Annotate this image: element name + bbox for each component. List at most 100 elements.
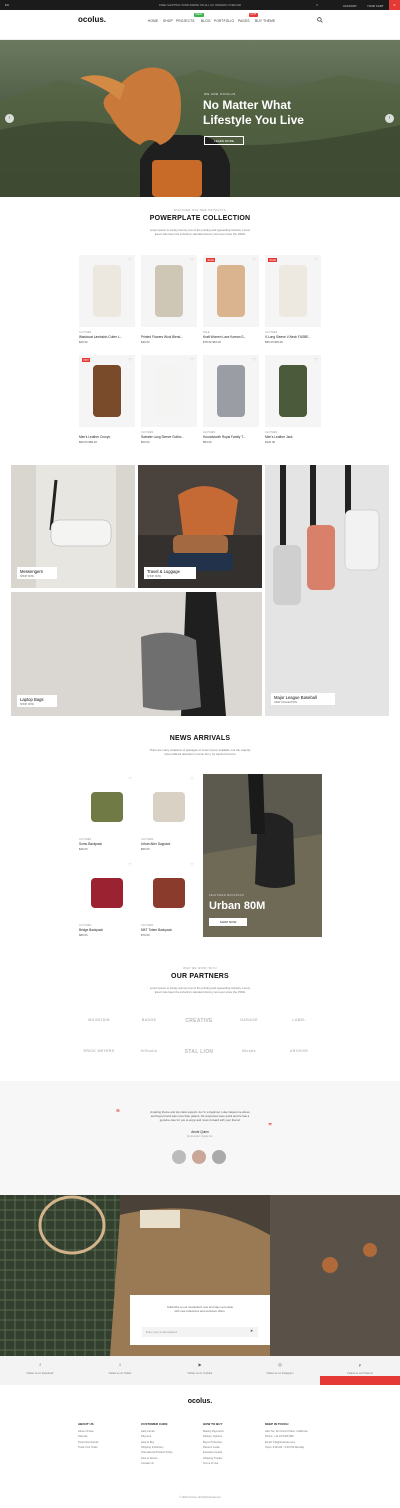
- footer-link[interactable]: Help Center: [141, 1430, 155, 1433]
- social-item[interactable]: f Follow us on Facebook: [0, 1356, 80, 1385]
- wishlist-heart-icon[interactable]: ♡: [252, 257, 256, 262]
- wishlist-heart-icon[interactable]: ♡: [128, 357, 132, 362]
- footer-link[interactable]: Shipping & Delivery: [141, 1446, 164, 1449]
- wishlist-heart-icon[interactable]: ♡: [190, 257, 194, 262]
- partner-logo[interactable]: feStudio: [127, 1049, 171, 1053]
- product-image[interactable]: ♡: [141, 255, 197, 327]
- nav-buy-theme[interactable]: BUY THEME: [255, 19, 275, 23]
- product-image[interactable]: ♡: [203, 355, 259, 427]
- footer-link[interactable]: Open: 8:00 AM - 6:00 PM Monday: [265, 1446, 304, 1449]
- nav-portfolio[interactable]: PORTFOLIO: [214, 19, 234, 23]
- footer-link[interactable]: Press Documents: [78, 1441, 98, 1444]
- footer-logo[interactable]: ocolus.: [0, 1398, 400, 1405]
- product-name[interactable]: Kratt Women Lace Korean S...: [203, 335, 259, 339]
- hero-learn-more-button[interactable]: LEARN MORE: [204, 136, 244, 145]
- category-travel-luggage[interactable]: Travel & Luggage SHOP NOW: [138, 465, 262, 588]
- product-name[interactable]: Sumo Backpack: [79, 842, 135, 846]
- product-image[interactable]: ♡: [79, 255, 135, 327]
- partner-logo[interactable]: LABEL: [277, 1018, 321, 1022]
- product-name[interactable]: Printed Flowers Wool Blend...: [141, 335, 197, 339]
- footer-link[interactable]: About Ocolus: [78, 1430, 94, 1433]
- avatar[interactable]: [212, 1150, 226, 1164]
- avatar[interactable]: [192, 1150, 206, 1164]
- product-name[interactable]: Urban Alter Daypack: [141, 842, 197, 846]
- search-icon[interactable]: [317, 17, 323, 23]
- product-name[interactable]: Houndstooth Royal Family T...: [203, 435, 259, 439]
- wishlist-heart-icon[interactable]: ♡: [128, 862, 132, 867]
- newsletter-email-input[interactable]: Enter your email address: [142, 1327, 258, 1337]
- product-image[interactable]: ♡ SALE: [203, 255, 259, 327]
- nav-projects[interactable]: PROJECTS NEW: [176, 12, 204, 23]
- account-link[interactable]: ACCOUNT: [343, 4, 357, 8]
- featured-shop-now-button[interactable]: SHOP NOW: [209, 918, 247, 926]
- footer-link[interactable]: Returns Guide: [203, 1446, 220, 1449]
- avatar[interactable]: [172, 1150, 186, 1164]
- footer-link[interactable]: Phone: +12 34 5345 999: [265, 1435, 294, 1438]
- category-messengers[interactable]: Messengers SHOP NOW: [11, 465, 135, 588]
- social-item[interactable]: ◎ Follow us on Instagram: [240, 1356, 320, 1385]
- nav-blog[interactable]: BLOG: [201, 19, 211, 23]
- partner-logo[interactable]: CREATIVE: [177, 1018, 221, 1024]
- product-image[interactable]: ♡: [79, 860, 135, 922]
- product-name[interactable]: V-Long Sleeve V-Neck FUSBE...: [265, 335, 321, 339]
- wishlist-heart-icon[interactable]: ♡: [128, 257, 132, 262]
- product-name[interactable]: MKT Totem Backpack: [141, 928, 197, 932]
- nav-home[interactable]: HOME: [148, 19, 158, 23]
- wishlist-heart-icon[interactable]: ♡: [190, 357, 194, 362]
- footer-link[interactable]: Add: No. 92 Church Place, California: [265, 1430, 307, 1433]
- product-name[interactable]: Waistcoat Lambskin Cutter L...: [79, 335, 135, 339]
- nav-shop[interactable]: SHOP: [163, 19, 173, 23]
- category-laptop-bags[interactable]: Laptop Bags SHOP NOW: [11, 592, 262, 716]
- partner-logo[interactable]: ERICK MEYERS: [77, 1049, 121, 1053]
- category-major-league-baseball[interactable]: Major League Baseball VIEW COLLECTION: [265, 465, 389, 716]
- footer-link[interactable]: Email: info@example.com: [265, 1441, 295, 1444]
- partner-logo[interactable]: GARAGE: [227, 1018, 271, 1022]
- footer-link[interactable]: How to Return: [141, 1457, 158, 1460]
- partner-logo[interactable]: BADGE: [127, 1018, 171, 1022]
- product-image[interactable]: ♡: [265, 355, 321, 427]
- wishlist-heart-icon[interactable]: ♡: [252, 357, 256, 362]
- partner-logo[interactable]: STAL LION: [177, 1049, 221, 1055]
- featured-backpack-banner[interactable]: FEATURED BACKPACK Urban 80M SHOP NOW: [203, 774, 322, 937]
- footer-link[interactable]: Contact Us: [141, 1462, 154, 1465]
- cart-count-badge[interactable]: 0: [389, 0, 400, 10]
- wishlist-heart-icon[interactable]: ♡: [128, 776, 132, 781]
- partner-logo[interactable]: ARCHIVE: [277, 1049, 321, 1053]
- logo[interactable]: ocolus.: [78, 15, 106, 24]
- product-name[interactable]: Men's Leather Jack: [265, 435, 321, 439]
- close-icon[interactable]: ×: [316, 2, 318, 7]
- product-image[interactable]: ♡ HOT: [79, 355, 135, 427]
- footer-link[interactable]: Buyer Protection: [203, 1441, 222, 1444]
- wishlist-heart-icon[interactable]: ♡: [190, 862, 194, 867]
- footer-link[interactable]: Making Payments: [203, 1430, 224, 1433]
- nav-pages[interactable]: PAGES HOT: [238, 12, 259, 23]
- wishlist-heart-icon[interactable]: ♡: [190, 776, 194, 781]
- product-image[interactable]: ♡: [79, 774, 135, 836]
- product-name[interactable]: Men's Leather Crunyo: [79, 435, 135, 439]
- product-image[interactable]: ♡: [141, 860, 197, 922]
- cart-link[interactable]: YOUR CART: [367, 4, 383, 8]
- social-item[interactable]: t Follow us on Twitter: [80, 1356, 160, 1385]
- footer-link[interactable]: Sitemap: [78, 1435, 88, 1438]
- footer-link[interactable]: How to Buy: [141, 1441, 154, 1444]
- product-image[interactable]: ♡: [141, 355, 197, 427]
- footer-link[interactable]: International Product Policy: [141, 1451, 173, 1454]
- wishlist-heart-icon[interactable]: ♡: [314, 257, 318, 262]
- product-image[interactable]: ♡ SALE: [265, 255, 321, 327]
- wishlist-heart-icon[interactable]: ♡: [314, 357, 318, 362]
- partner-logo[interactable]: MOUNTAIN: [77, 1018, 121, 1022]
- footer-link[interactable]: Delivery Options: [203, 1435, 222, 1438]
- footer-link[interactable]: Terms of Use: [203, 1462, 218, 1465]
- product-image[interactable]: ♡: [141, 774, 197, 836]
- product-name[interactable]: Bridge Backpack: [79, 928, 135, 932]
- footer-link[interactable]: Shipping Tracker: [203, 1457, 222, 1460]
- product-name[interactable]: Sweater Long Sleeve Gothic...: [141, 435, 197, 439]
- footer-link[interactable]: Payment: [141, 1435, 151, 1438]
- partner-logo[interactable]: Bleads: [227, 1049, 271, 1053]
- hero-next-arrow-icon[interactable]: ›: [385, 114, 394, 123]
- hero-prev-arrow-icon[interactable]: ‹: [5, 114, 14, 123]
- send-icon[interactable]: ➤: [250, 1328, 253, 1333]
- footer-link[interactable]: Track Your Order: [78, 1446, 98, 1449]
- footer-link[interactable]: Exception Guide: [203, 1451, 222, 1454]
- social-item[interactable]: ▶ Follow us on Youtube: [160, 1356, 240, 1385]
